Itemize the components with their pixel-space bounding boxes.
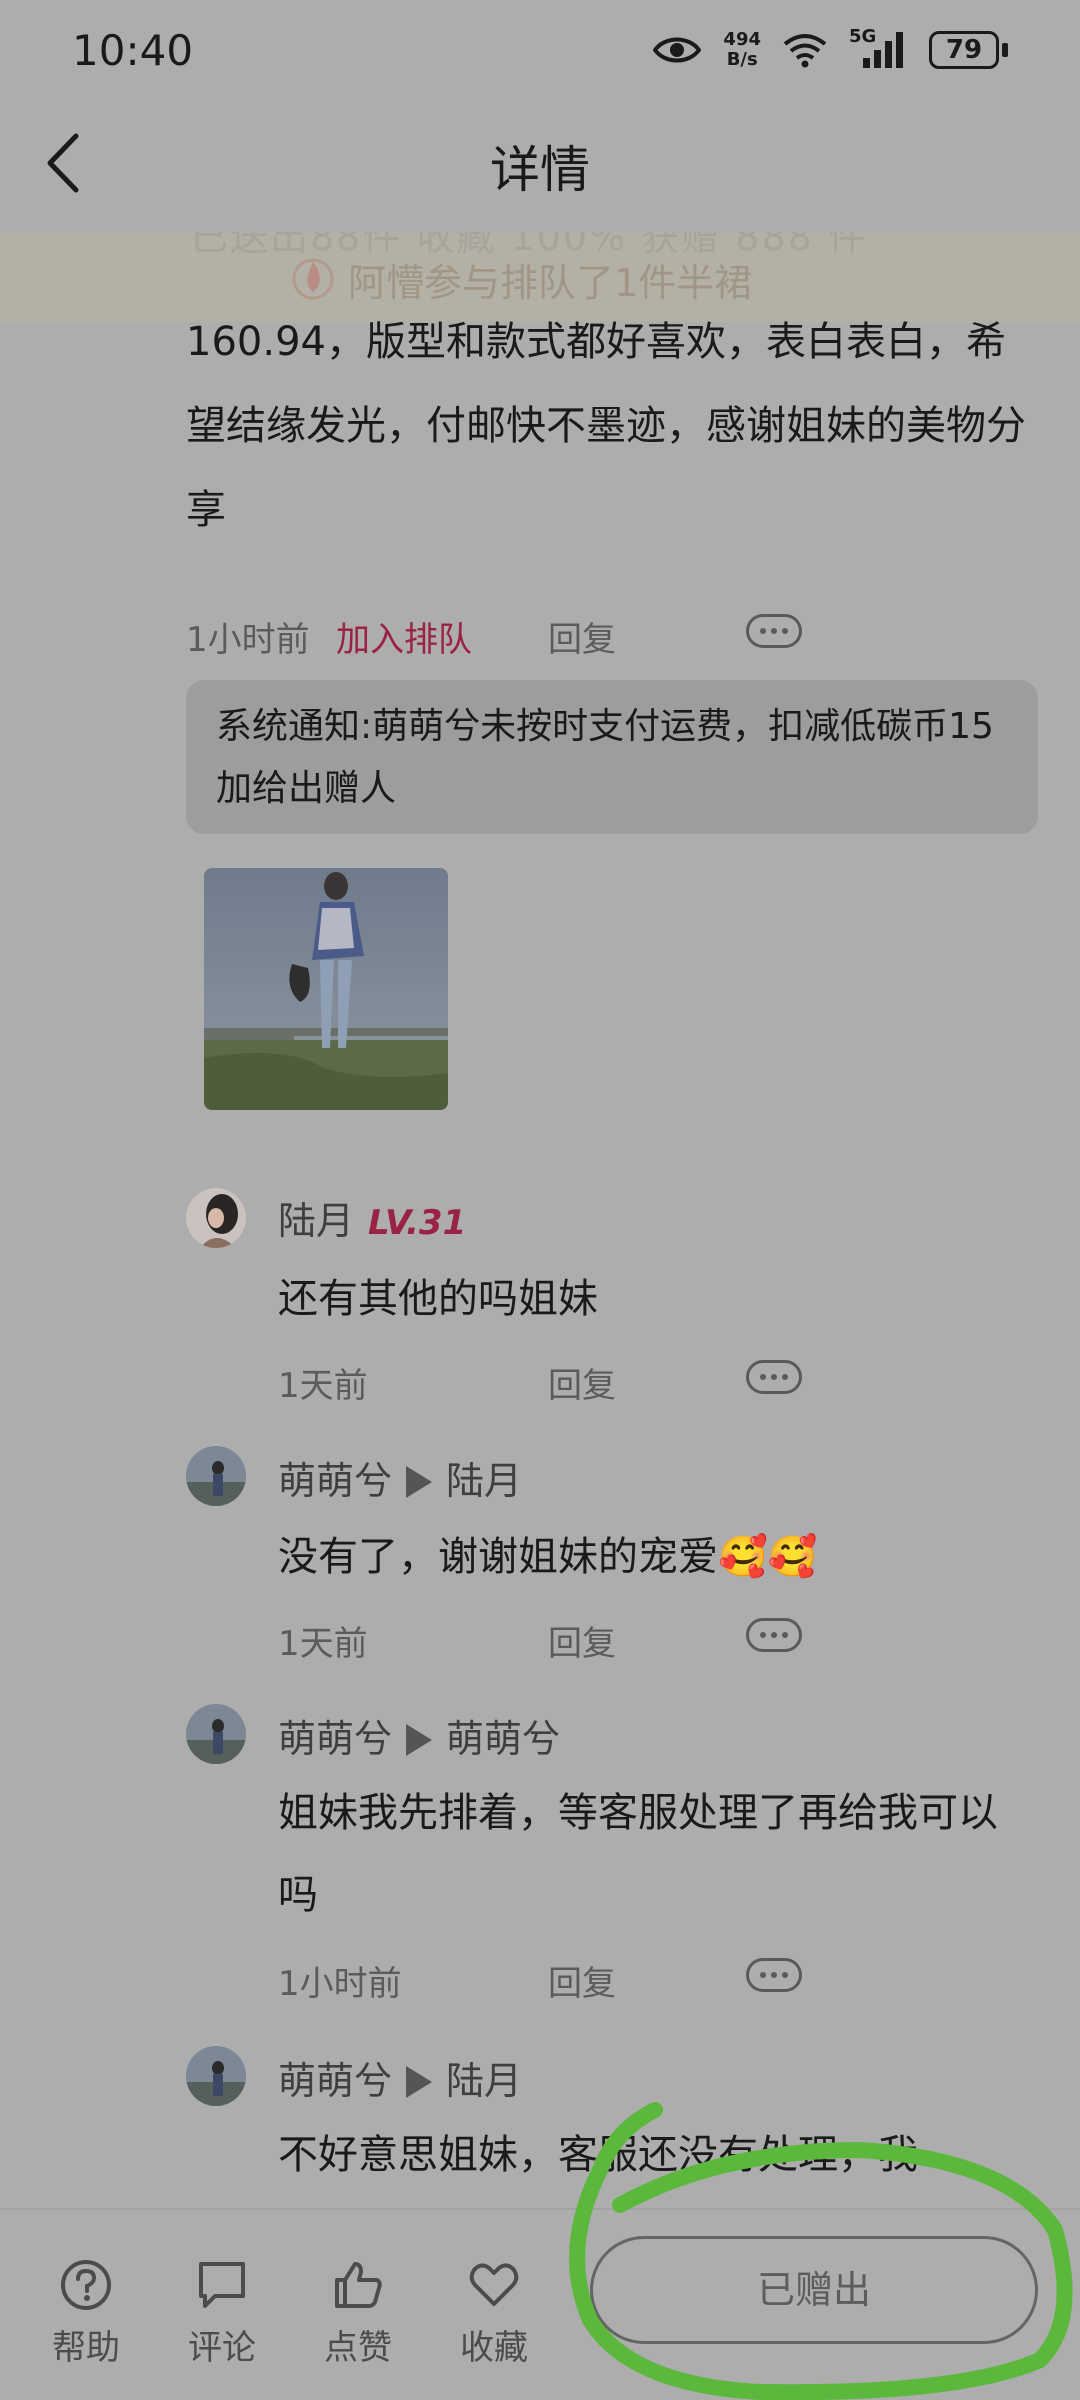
reply-arrow-icon xyxy=(406,2066,433,2098)
comment-text: 姐妹我先排着，等客服处理了再给我可以吗 xyxy=(278,1790,998,1918)
dot-icon xyxy=(771,628,777,634)
given-away-button[interactable]: 已赠出 xyxy=(590,2236,1038,2344)
comment-meta-row: 1小时前 回复 xyxy=(278,1950,1058,2004)
favorite-button[interactable]: 收藏 xyxy=(444,2258,544,2369)
dot-icon xyxy=(760,628,766,634)
comment-text: 还有其他的吗姐妹 xyxy=(278,1276,598,1322)
reply-button[interactable]: 回复 xyxy=(548,1616,616,1665)
photo-image xyxy=(204,868,448,1110)
comment-author: 萌萌兮 陆月 xyxy=(278,1450,522,1505)
comment-meta-row: 1天前 回复 xyxy=(278,1352,1058,1406)
help-button[interactable]: 帮助 xyxy=(36,2258,136,2369)
comment-author: 陆月 LV.31 xyxy=(278,1190,466,1245)
more-options-button[interactable] xyxy=(746,1618,802,1652)
nav-bar: 详情 xyxy=(0,100,1080,230)
dot-icon xyxy=(760,1632,766,1638)
comment-time: 1小时前 xyxy=(278,1964,402,2004)
wifi-icon xyxy=(783,34,827,68)
page-title: 详情 xyxy=(490,141,590,199)
avatar-image xyxy=(186,1446,246,1506)
avatar[interactable] xyxy=(186,1188,246,1248)
flame-icon xyxy=(292,258,334,300)
reply-button[interactable]: 回复 xyxy=(548,612,616,661)
comment-icon xyxy=(199,2262,245,2308)
banner-text: 阿懵参与排队了1件半裙 xyxy=(348,261,753,305)
comment-text: 不好意思姐妹，客服还没有处理，我 xyxy=(278,2132,918,2178)
more-options-button[interactable] xyxy=(746,1360,802,1394)
like-label: 点赞 xyxy=(324,2328,392,2368)
comment-author-name[interactable]: 萌萌兮 xyxy=(278,1717,392,1761)
eye-icon xyxy=(653,37,702,63)
dot-icon xyxy=(760,1374,766,1380)
battery-tip xyxy=(1002,43,1008,57)
thumbs-up-icon xyxy=(335,2262,382,2308)
avatar-image xyxy=(186,1704,246,1764)
dot-icon xyxy=(771,1972,777,1978)
post-meta-row: 1小时前 加入排队 回复 xyxy=(186,606,1046,660)
comment-time: 1天前 xyxy=(278,1366,368,1406)
help-icon xyxy=(61,2260,111,2310)
like-button[interactable]: 点赞 xyxy=(308,2258,408,2369)
status-icons: 494 B/s 5G 79 xyxy=(653,26,1008,70)
post-time: 1小时前 xyxy=(186,620,310,660)
signal-icon xyxy=(863,32,903,68)
reply-button[interactable]: 回复 xyxy=(548,1956,616,2005)
avatar[interactable] xyxy=(186,1704,246,1764)
comment-time: 1天前 xyxy=(278,1624,368,1664)
cellular-signal: 5G xyxy=(849,26,907,70)
dot-icon xyxy=(782,1374,788,1380)
favorite-label: 收藏 xyxy=(460,2328,528,2368)
join-queue-link[interactable]: 加入排队 xyxy=(336,612,472,661)
user-level-badge: LV.31 xyxy=(368,1203,467,1243)
battery-level: 79 xyxy=(929,31,999,69)
reply-arrow-icon xyxy=(406,1724,433,1756)
reply-to-name[interactable]: 萌萌兮 xyxy=(446,1717,560,1761)
dot-icon xyxy=(782,1972,788,1978)
avatar-image xyxy=(186,1188,246,1248)
avatar[interactable] xyxy=(186,2046,246,2106)
heart-icon xyxy=(469,2263,519,2306)
comment-author-name[interactable]: 萌萌兮 xyxy=(278,2059,392,2103)
dot-icon xyxy=(782,1632,788,1638)
comment-author-name[interactable]: 陆月 xyxy=(278,1199,354,1243)
comment-text: 没有了，谢谢姐妹的宠爱🥰🥰 xyxy=(278,1534,818,1580)
avatar-image xyxy=(186,2046,246,2106)
reply-to-name[interactable]: 陆月 xyxy=(446,1459,522,1503)
post-text: 160.94，版型和款式都好喜欢，表白表白，希望结缘发光，付邮快不墨迹，感谢姐妹… xyxy=(186,319,1026,533)
comment-author: 萌萌兮 萌萌兮 xyxy=(278,1708,560,1763)
comment-author: 萌萌兮 陆月 xyxy=(278,2050,522,2105)
net-speed: 494 B/s xyxy=(723,30,761,70)
more-options-button[interactable] xyxy=(746,1958,802,1992)
avatar[interactable] xyxy=(186,1446,246,1506)
comment-label: 评论 xyxy=(188,2328,256,2368)
comment-button[interactable]: 评论 xyxy=(172,2258,272,2369)
reply-to-name[interactable]: 陆月 xyxy=(446,2059,522,2103)
battery-indicator: 79 xyxy=(929,31,1008,69)
dot-icon xyxy=(782,628,788,634)
comment-author-name[interactable]: 萌萌兮 xyxy=(278,1459,392,1503)
reply-arrow-icon xyxy=(406,1466,433,1498)
status-time: 10:40 xyxy=(72,25,194,75)
dot-icon xyxy=(771,1632,777,1638)
status-bar: 10:40 494 B/s 5G 79 xyxy=(0,0,1080,100)
post-photo[interactable] xyxy=(204,868,448,1110)
dot-icon xyxy=(771,1374,777,1380)
reply-button[interactable]: 回复 xyxy=(548,1358,616,1407)
comment-meta-row: 1天前 回复 xyxy=(278,1610,1058,1664)
more-options-button[interactable] xyxy=(746,614,802,648)
help-label: 帮助 xyxy=(52,2328,120,2368)
system-notice: 系统通知:萌萌兮未按时支付运费，扣减低碳币15加给出赠人 xyxy=(186,680,1038,834)
net-speed-unit: B/s xyxy=(726,49,758,70)
bottom-action-bar: 帮助 评论 点赞 收藏 已赠出 xyxy=(0,2208,1080,2400)
dot-icon xyxy=(760,1972,766,1978)
net-speed-value: 494 xyxy=(723,29,761,50)
